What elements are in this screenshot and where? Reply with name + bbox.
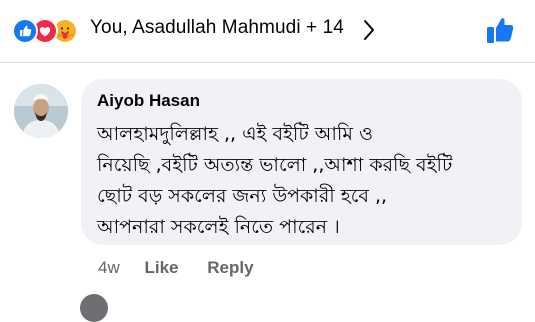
next-comment-avatar [80,294,108,322]
comment-actions: 4w Like Reply [98,258,254,278]
like-button[interactable] [484,14,516,51]
reactors-summary[interactable]: You, Asadullah Mahmudi + 14 [90,17,344,39]
comment-line: আলহামদুলিল্লাহ ,, এই বইটি আমি ও [97,123,373,145]
comment-text: আলহামদুলিল্লাহ ,, এই বইটি আমি ও নিয়েছি … [97,119,506,243]
comment-reply-link[interactable]: Reply [207,258,253,278]
comment-timestamp[interactable]: 4w [98,258,120,278]
thumbs-up-icon [487,18,514,43]
reactions-bar: You, Asadullah Mahmudi + 14 [0,0,535,62]
comment-line: নিয়েছি ,বইটি অত্যন্ত ভালো ,,আশা করছি বই… [97,154,453,176]
reaction-icons[interactable] [12,18,84,44]
chevron-right-icon[interactable] [363,19,375,46]
comment-bubble: Aiyob Hasan আলহামদুলিল্লাহ ,, এই বইটি আম… [81,79,522,245]
divider [0,62,535,63]
comment-line: আপনারা সকলেই নিতে পারেন । [97,216,340,238]
comment-author[interactable]: Aiyob Hasan [97,91,506,111]
avatar[interactable] [14,84,68,138]
comment-like-link[interactable]: Like [144,258,178,278]
comment-line: ছোট বড় সকলের জন্য উপকারী হবে ,, [97,185,388,207]
like-icon [12,18,38,44]
